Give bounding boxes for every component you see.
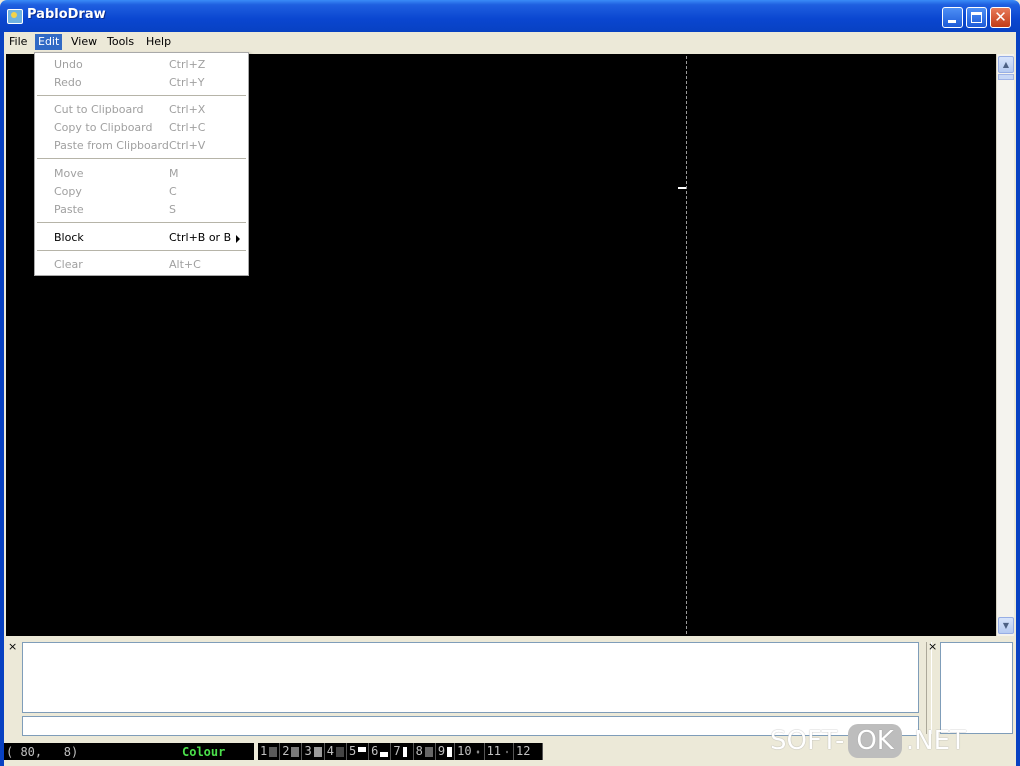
fkey-10[interactable]: 10	[455, 743, 485, 760]
fkey-character-icon	[447, 746, 453, 757]
fkey-character-icon	[380, 746, 389, 757]
user-list-close-icon[interactable]: ×	[928, 640, 937, 653]
maximize-button[interactable]	[966, 7, 987, 28]
menu-item-label: Paste	[54, 203, 84, 216]
maximize-icon	[971, 12, 982, 23]
minimize-button[interactable]	[942, 7, 963, 28]
fkey-3[interactable]: 3	[302, 743, 325, 760]
fkey-11[interactable]: 11	[485, 743, 515, 760]
fkey-character-icon	[313, 746, 322, 757]
menu-item-shortcut: Alt+C	[169, 258, 201, 271]
fkey-character-icon	[503, 746, 512, 757]
chevron-up-icon: ▲	[1002, 60, 1010, 69]
close-button[interactable]: ✕	[990, 7, 1011, 28]
fkey-2[interactable]: 2	[280, 743, 303, 760]
close-icon: ✕	[994, 8, 1007, 26]
scroll-thumb[interactable]	[998, 74, 1014, 80]
menu-item-paste[interactable]: Paste S	[35, 200, 248, 218]
menu-item-shortcut: Ctrl+B or B	[169, 231, 232, 244]
menu-separator	[37, 158, 246, 159]
fkey-character-icon	[291, 746, 300, 757]
menu-separator	[37, 95, 246, 96]
menu-item-shortcut: Ctrl+Y	[169, 76, 205, 89]
submenu-arrow-icon	[236, 235, 240, 243]
menu-item-shortcut: S	[169, 203, 176, 216]
colour-label: Colour	[182, 745, 226, 759]
menu-item-shortcut: Ctrl+Z	[169, 58, 206, 71]
scroll-down-button[interactable]: ▼	[998, 617, 1014, 634]
chat-panel-close-icon[interactable]: ×	[8, 640, 17, 653]
fkey-1[interactable]: 1	[258, 743, 281, 760]
menu-view[interactable]: View	[68, 34, 100, 50]
menu-item-move[interactable]: Move M	[35, 164, 248, 182]
fkey-character-icon	[424, 746, 433, 757]
menu-separator	[37, 250, 246, 251]
menu-item-shortcut: C	[169, 185, 177, 198]
panel-splitter[interactable]	[926, 642, 932, 734]
fkey-8[interactable]: 8	[414, 743, 436, 760]
chat-messages-area[interactable]	[22, 642, 919, 713]
site-watermark: SOFT- OK .NET	[770, 722, 966, 760]
menu-help[interactable]: Help	[143, 34, 174, 50]
cursor-coordinates: ( 80, 8)	[6, 745, 79, 759]
text-cursor	[678, 187, 686, 189]
menu-edit[interactable]: Edit	[35, 34, 63, 50]
menu-separator	[37, 222, 246, 223]
title-bar: PabloDraw ✕	[0, 0, 1020, 32]
fkey-5[interactable]: 5	[347, 743, 370, 760]
menu-item-cut-to-clipboard[interactable]: Cut to Clipboard Ctrl+X	[35, 100, 248, 118]
fkey-character-icon	[358, 746, 367, 757]
menu-item-block[interactable]: Block Ctrl+B or B	[35, 228, 248, 246]
menu-item-label: Move	[54, 167, 84, 180]
menu-item-copy[interactable]: Copy C	[35, 182, 248, 200]
chevron-down-icon: ▼	[1002, 621, 1010, 630]
menu-item-label: Undo	[54, 58, 83, 71]
menu-bar: File Edit View Tools Help	[4, 32, 1016, 52]
window-frame-right	[1016, 32, 1020, 766]
status-info-area: ( 80, 8) Colour	[4, 743, 254, 760]
user-list[interactable]	[940, 642, 1013, 734]
fkey-4[interactable]: 4	[325, 743, 347, 760]
minimize-icon	[948, 20, 956, 23]
menu-item-paste-from-clipboard[interactable]: Paste from Clipboard Ctrl+V	[35, 136, 248, 154]
watermark-right: .NET	[905, 726, 966, 756]
column-80-guide-line	[686, 56, 687, 634]
menu-item-label: Paste from Clipboard	[54, 139, 169, 152]
watermark-left: SOFT-	[770, 726, 845, 756]
menu-item-label: Cut to Clipboard	[54, 103, 144, 116]
menu-tools[interactable]: Tools	[104, 34, 137, 50]
function-key-bar: 1 2 3 4 5 6 7 8 9 10 11 12	[258, 743, 544, 760]
menu-item-undo[interactable]: Undo Ctrl+Z	[35, 55, 248, 73]
menu-item-label: Copy to Clipboard	[54, 121, 153, 134]
fkey-character-icon	[269, 746, 278, 757]
menu-item-copy-to-clipboard[interactable]: Copy to Clipboard Ctrl+C	[35, 118, 248, 136]
menu-item-shortcut: Ctrl+C	[169, 121, 206, 134]
menu-item-shortcut: M	[169, 167, 179, 180]
window-title: PabloDraw	[27, 7, 106, 22]
menu-item-label: Clear	[54, 258, 83, 271]
menu-item-label: Redo	[54, 76, 82, 89]
menu-file[interactable]: File	[6, 34, 30, 50]
fkey-9[interactable]: 9	[436, 743, 456, 760]
menu-item-shortcut: Ctrl+V	[169, 139, 206, 152]
menu-item-label: Block	[54, 231, 84, 244]
fkey-6[interactable]: 6	[369, 743, 392, 760]
menu-item-shortcut: Ctrl+X	[169, 103, 206, 116]
menu-item-clear[interactable]: Clear Alt+C	[35, 255, 248, 273]
fkey-character-icon	[402, 746, 411, 757]
fkey-12[interactable]: 12	[514, 743, 544, 760]
menu-item-redo[interactable]: Redo Ctrl+Y	[35, 73, 248, 91]
fkey-character-icon	[473, 746, 482, 757]
pablodraw-app-icon[interactable]	[7, 9, 23, 24]
menu-item-label: Copy	[54, 185, 82, 198]
fkey-character-icon	[335, 746, 344, 757]
vertical-scrollbar[interactable]: ▲ ▼	[996, 54, 1014, 636]
edit-menu-dropdown: Undo Ctrl+Z Redo Ctrl+Y Cut to Clipboard…	[34, 52, 249, 276]
watermark-ok-badge: OK	[848, 724, 902, 758]
fkey-character-icon	[532, 746, 541, 757]
fkey-7[interactable]: 7	[391, 743, 414, 760]
scroll-up-button[interactable]: ▲	[998, 56, 1014, 73]
